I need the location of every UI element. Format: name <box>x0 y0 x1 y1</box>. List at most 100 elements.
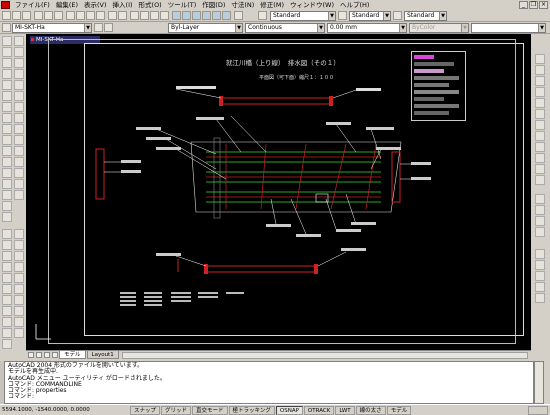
status-tray-icon[interactable] <box>528 405 548 415</box>
markup-icon[interactable] <box>212 11 221 20</box>
mirror-icon[interactable] <box>14 58 24 68</box>
zoom-in-icon[interactable] <box>14 229 24 239</box>
break-icon[interactable] <box>14 157 24 167</box>
polygon-icon[interactable] <box>2 69 12 79</box>
view-3d-icon[interactable] <box>535 249 545 259</box>
help-icon[interactable] <box>234 11 243 20</box>
zoom-scale-icon[interactable] <box>14 251 24 261</box>
command-line-window[interactable]: AutoCAD 2004 形式のファイルを開いています。 モデルを再生成中. A… <box>4 361 534 404</box>
spline-icon[interactable] <box>2 124 12 134</box>
command-window-scrollbar[interactable] <box>534 361 544 404</box>
redo-icon[interactable] <box>118 11 127 20</box>
quick-leader-icon[interactable] <box>535 153 545 163</box>
paste-icon[interactable] <box>86 11 95 20</box>
snap-none-icon[interactable] <box>14 306 24 316</box>
publish-icon[interactable] <box>54 11 63 20</box>
undo-icon[interactable] <box>108 11 117 20</box>
chevron-down-icon[interactable]: ▼ <box>439 12 446 20</box>
snap-center-icon[interactable] <box>2 273 12 283</box>
layer-manager-icon[interactable] <box>2 23 11 32</box>
menu-view[interactable]: 表示(V) <box>81 0 110 10</box>
trim-icon[interactable] <box>14 135 24 145</box>
point-icon[interactable] <box>2 168 12 178</box>
tab-next-icon[interactable] <box>44 352 50 358</box>
move-icon[interactable] <box>14 91 24 101</box>
rotate-icon[interactable] <box>14 102 24 112</box>
otrack-toggle[interactable]: OTRACK <box>303 405 335 415</box>
insert-block-icon[interactable] <box>2 146 12 156</box>
render-icon[interactable] <box>535 282 545 292</box>
text-style-combo[interactable]: Standard ▼ <box>270 11 336 21</box>
tab-last-icon[interactable] <box>52 352 58 358</box>
fillet-icon[interactable] <box>14 179 24 189</box>
minimize-icon[interactable]: _ <box>519 1 528 9</box>
menu-insert[interactable]: 挿入(I) <box>110 0 136 10</box>
horizontal-scrollbar[interactable] <box>121 351 528 359</box>
tab-model[interactable]: モデル <box>59 351 86 359</box>
chevron-down-icon[interactable]: ▼ <box>383 12 390 20</box>
chevron-down-icon[interactable]: ▼ <box>328 12 335 20</box>
line-icon[interactable] <box>2 36 12 46</box>
cut-icon[interactable] <box>66 11 75 20</box>
snap-settings-icon[interactable] <box>2 317 12 327</box>
snap-endpoint-icon[interactable] <box>2 262 12 272</box>
menu-modify[interactable]: 修正(M) <box>257 0 287 10</box>
chevron-down-icon[interactable]: ▼ <box>317 24 324 32</box>
region-icon[interactable] <box>2 190 12 200</box>
properties-icon[interactable] <box>172 11 181 20</box>
scale-icon[interactable] <box>14 113 24 123</box>
tool-palettes-icon[interactable] <box>192 11 201 20</box>
snap-intersection-icon[interactable] <box>14 273 24 283</box>
pan-icon[interactable] <box>130 11 139 20</box>
zoom-out-icon[interactable] <box>2 240 12 250</box>
lwt-toggle[interactable]: LWT <box>335 405 355 415</box>
dimension-text-edit-icon[interactable] <box>535 205 545 215</box>
orbit-icon[interactable] <box>535 260 545 270</box>
snap-nearest-icon[interactable] <box>14 295 24 305</box>
snap-perpendicular-icon[interactable] <box>14 284 24 294</box>
preview-icon[interactable] <box>44 11 53 20</box>
tolerance-icon[interactable] <box>535 164 545 174</box>
dimension-aligned-icon[interactable] <box>535 65 545 75</box>
extend-icon[interactable] <box>14 146 24 156</box>
dimension-diameter-icon[interactable] <box>535 98 545 108</box>
lineweight-combo[interactable]: 0.00 mm ▼ <box>327 23 407 33</box>
stretch-icon[interactable] <box>14 124 24 134</box>
camera-icon[interactable] <box>535 293 545 303</box>
revcloud-icon[interactable] <box>2 113 12 123</box>
circle-icon[interactable] <box>2 102 12 112</box>
menu-window[interactable]: ウィンドウ(W) <box>287 0 337 10</box>
polar-toggle[interactable]: 極トラッキング <box>228 405 275 415</box>
chevron-down-icon[interactable]: ▼ <box>399 24 406 32</box>
rectangle-icon[interactable] <box>2 80 12 90</box>
dimension-linear-icon[interactable] <box>535 54 545 64</box>
close-icon[interactable]: × <box>539 1 548 9</box>
match-properties-icon[interactable] <box>96 11 105 20</box>
erase-icon[interactable] <box>14 36 24 46</box>
dimension-continue-icon[interactable] <box>535 142 545 152</box>
dimension-edit-icon[interactable] <box>535 194 545 204</box>
design-center-icon[interactable] <box>182 11 191 20</box>
copy-icon[interactable] <box>76 11 85 20</box>
menu-format[interactable]: 形式(O) <box>136 0 165 10</box>
snap-from-icon[interactable] <box>2 328 12 338</box>
color-combo[interactable]: Byl-Layer ▼ <box>168 23 243 33</box>
array-icon[interactable] <box>14 80 24 90</box>
drawing-area[interactable]: MI-SKT-Ha 就江川橋（上り線） 排水図（その１） 平面図（可下面）縮尺１… <box>26 34 531 356</box>
menu-edit[interactable]: 編集(E) <box>53 0 81 10</box>
snap-parallel-icon[interactable] <box>2 339 12 349</box>
restore-icon[interactable]: ❐ <box>529 1 538 9</box>
menu-dimension[interactable]: 寸法(N) <box>228 0 257 10</box>
osnap-toggle[interactable]: OSNAP <box>275 405 303 415</box>
snap-toggle[interactable]: スナップ <box>130 405 161 415</box>
snap-node-icon[interactable] <box>2 306 12 316</box>
menu-file[interactable]: ファイル(F) <box>12 0 53 10</box>
chevron-down-icon[interactable]: ▼ <box>84 24 91 32</box>
arc-icon[interactable] <box>2 91 12 101</box>
layer-previous-icon[interactable] <box>104 23 113 32</box>
hatch-icon[interactable] <box>2 179 12 189</box>
menu-tools[interactable]: ツール(T) <box>165 0 200 10</box>
temporary-track-icon[interactable] <box>14 317 24 327</box>
open-icon[interactable] <box>12 11 21 20</box>
new-icon[interactable] <box>2 11 11 20</box>
